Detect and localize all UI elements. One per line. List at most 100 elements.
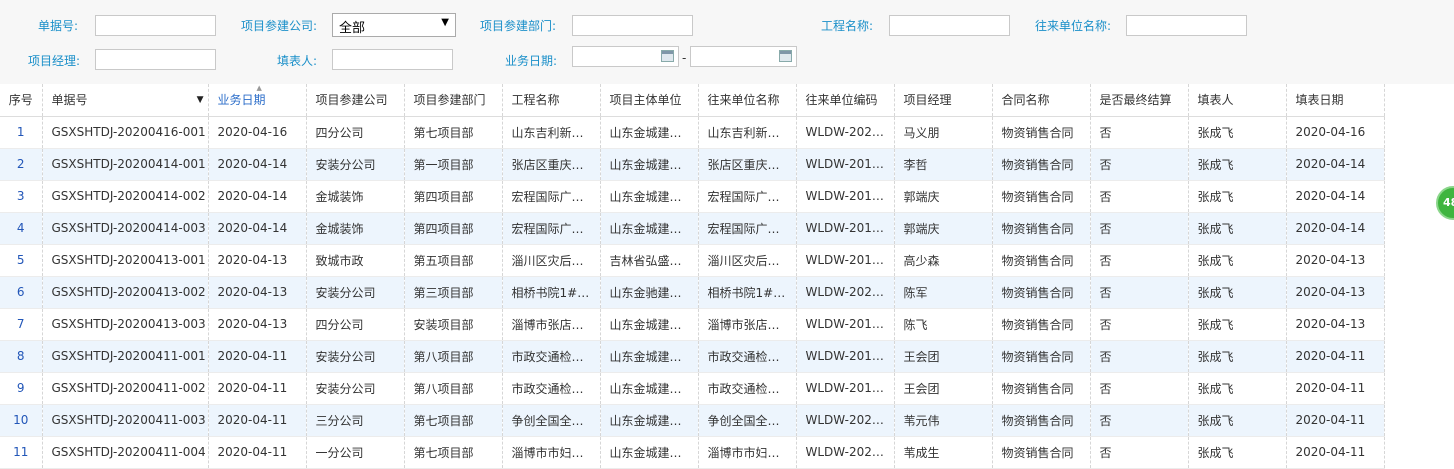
table-row[interactable]: 3 GSXSHTDJ-20200414-002 2020-04-14 金城装饰 第四项目… — [0, 180, 1385, 213]
biz-date-end-input[interactable] — [690, 46, 797, 67]
cell-company: 安装分公司 — [306, 276, 405, 309]
cell-dept: 安装项目部 — [404, 308, 503, 341]
doc-no-input[interactable] — [95, 15, 216, 36]
cell-manager: 高少森 — [894, 244, 993, 277]
col-header-partner-code[interactable]: 往来单位编码 — [796, 84, 895, 117]
cell-filler: 张成飞 — [1188, 340, 1287, 373]
table-row[interactable]: 11 GSXSHTDJ-20200411-004 2020-04-11 一分公司 第七项… — [0, 436, 1385, 469]
cell-filler: 张成飞 — [1188, 436, 1287, 469]
col-header-partner-name[interactable]: 往来单位名称 — [698, 84, 797, 117]
cell-doc-no: GSXSHTDJ-20200414-002 — [42, 180, 209, 213]
cell-partner-code: WLDW-201… — [796, 212, 895, 245]
col-header-label: 业务日期 — [217, 93, 266, 108]
manager-input[interactable] — [95, 49, 216, 70]
cell-biz-date: 2020-04-14 — [208, 180, 307, 213]
cell-project-name: 市政交通检… — [502, 372, 601, 405]
cell-company: 一分公司 — [306, 436, 405, 469]
cell-doc-no: GSXSHTDJ-20200413-002 — [42, 276, 209, 309]
cell-partner-name: 宏程国际广… — [698, 212, 797, 245]
cell-company: 四分公司 — [306, 116, 405, 149]
cell-partner-code: WLDW-202… — [796, 276, 895, 309]
date-separator: - — [682, 51, 687, 65]
cell-main-unit: 山东金城建… — [600, 148, 699, 181]
partner-name-input[interactable] — [1126, 15, 1247, 36]
column-menu-icon[interactable]: ▼ — [197, 95, 204, 105]
col-header-final-settle[interactable]: 是否最终结算 — [1090, 84, 1189, 117]
cell-doc-no: GSXSHTDJ-20200411-001 — [42, 340, 209, 373]
table-row[interactable]: 4 GSXSHTDJ-20200414-003 2020-04-14 金城装饰 第四项目… — [0, 212, 1385, 245]
cell-biz-date: 2020-04-14 — [208, 148, 307, 181]
cell-partner-code: WLDW-201… — [796, 244, 895, 277]
cell-contract: 物资销售合同 — [992, 212, 1091, 245]
col-header-doc-no[interactable]: 单据号 ▼ — [42, 84, 209, 117]
col-header-index[interactable]: 序号 — [0, 84, 43, 117]
cell-manager: 郭端庆 — [894, 212, 993, 245]
col-header-project-name[interactable]: 工程名称 — [502, 84, 601, 117]
cell-dept: 第八项目部 — [404, 372, 503, 405]
table-row[interactable]: 1 GSXSHTDJ-20200416-001 2020-04-16 四分公司 第七项目… — [0, 116, 1385, 149]
table-row[interactable]: 7 GSXSHTDJ-20200413-003 2020-04-13 四分公司 安装项目… — [0, 308, 1385, 341]
cell-index: 9 — [0, 372, 43, 405]
calendar-icon[interactable] — [779, 50, 792, 62]
cell-main-unit: 山东金城建… — [600, 404, 699, 437]
cell-company: 金城装饰 — [306, 212, 405, 245]
cell-index: 6 — [0, 276, 43, 309]
col-header-contract[interactable]: 合同名称 — [992, 84, 1091, 117]
cell-doc-no: GSXSHTDJ-20200411-002 — [42, 372, 209, 405]
table-row[interactable]: 5 GSXSHTDJ-20200413-001 2020-04-13 致城市政 第五项目… — [0, 244, 1385, 277]
cell-index: 7 — [0, 308, 43, 341]
cell-company: 三分公司 — [306, 404, 405, 437]
cell-manager: 苇成生 — [894, 436, 993, 469]
col-header-biz-date[interactable]: ▲ 业务日期 — [208, 84, 307, 117]
cell-filler: 张成飞 — [1188, 212, 1287, 245]
cell-dept: 第三项目部 — [404, 276, 503, 309]
cell-contract: 物资销售合同 — [992, 276, 1091, 309]
calendar-icon[interactable] — [661, 50, 674, 62]
col-header-label: 单据号 — [51, 93, 88, 108]
table-row[interactable]: 10 GSXSHTDJ-20200411-003 2020-04-11 三分公司 第七项… — [0, 404, 1385, 437]
table-row[interactable]: 9 GSXSHTDJ-20200411-002 2020-04-11 安装分公司 第八项… — [0, 372, 1385, 405]
col-header-dept[interactable]: 项目参建部门 — [404, 84, 503, 117]
table-row[interactable]: 6 GSXSHTDJ-20200413-002 2020-04-13 安装分公司 第三项… — [0, 276, 1385, 309]
cell-partner-code: WLDW-201… — [796, 372, 895, 405]
cell-final-settle: 否 — [1090, 148, 1189, 181]
cell-manager: 陈飞 — [894, 308, 993, 341]
cell-fill-date: 2020-04-13 — [1286, 244, 1385, 277]
cell-biz-date: 2020-04-11 — [208, 436, 307, 469]
cell-dept: 第五项目部 — [404, 244, 503, 277]
cell-filler: 张成飞 — [1188, 244, 1287, 277]
cell-project-name: 争创全国全… — [502, 404, 601, 437]
floating-counter-badge[interactable]: 48 — [1436, 186, 1454, 220]
col-header-manager[interactable]: 项目经理 — [894, 84, 993, 117]
cell-main-unit: 山东金驰建… — [600, 276, 699, 309]
cell-biz-date: 2020-04-11 — [208, 404, 307, 437]
cell-project-name: 宏程国际广… — [502, 212, 601, 245]
cell-final-settle: 否 — [1090, 308, 1189, 341]
col-header-main-unit[interactable]: 项目主体单位 — [600, 84, 699, 117]
col-header-company[interactable]: 项目参建公司 — [306, 84, 405, 117]
cell-contract: 物资销售合同 — [992, 340, 1091, 373]
cell-manager: 马义朋 — [894, 116, 993, 149]
cell-index: 10 — [0, 404, 43, 437]
cell-doc-no: GSXSHTDJ-20200414-001 — [42, 148, 209, 181]
company-select[interactable]: 全部 ▼ — [332, 13, 456, 37]
table-row[interactable]: 8 GSXSHTDJ-20200411-001 2020-04-11 安装分公司 第八项… — [0, 340, 1385, 373]
cell-company: 金城装饰 — [306, 180, 405, 213]
cell-fill-date: 2020-04-14 — [1286, 148, 1385, 181]
doc-no-label: 单据号: — [38, 19, 79, 33]
cell-main-unit: 山东金城建… — [600, 308, 699, 341]
table-row[interactable]: 2 GSXSHTDJ-20200414-001 2020-04-14 安装分公司 第一项… — [0, 148, 1385, 181]
biz-date-start-input[interactable] — [572, 46, 679, 67]
cell-project-name: 淄川区灾后… — [502, 244, 601, 277]
col-header-fill-date[interactable]: 填表日期 — [1286, 84, 1385, 117]
cell-partner-name: 争创全国全… — [698, 404, 797, 437]
cell-doc-no: GSXSHTDJ-20200413-001 — [42, 244, 209, 277]
cell-company: 致城市政 — [306, 244, 405, 277]
cell-manager: 李哲 — [894, 148, 993, 181]
dept-input[interactable] — [572, 15, 693, 36]
project-name-input[interactable] — [889, 15, 1010, 36]
cell-main-unit: 山东金城建… — [600, 340, 699, 373]
cell-biz-date: 2020-04-13 — [208, 244, 307, 277]
filler-input[interactable] — [332, 49, 453, 70]
col-header-filler[interactable]: 填表人 — [1188, 84, 1287, 117]
